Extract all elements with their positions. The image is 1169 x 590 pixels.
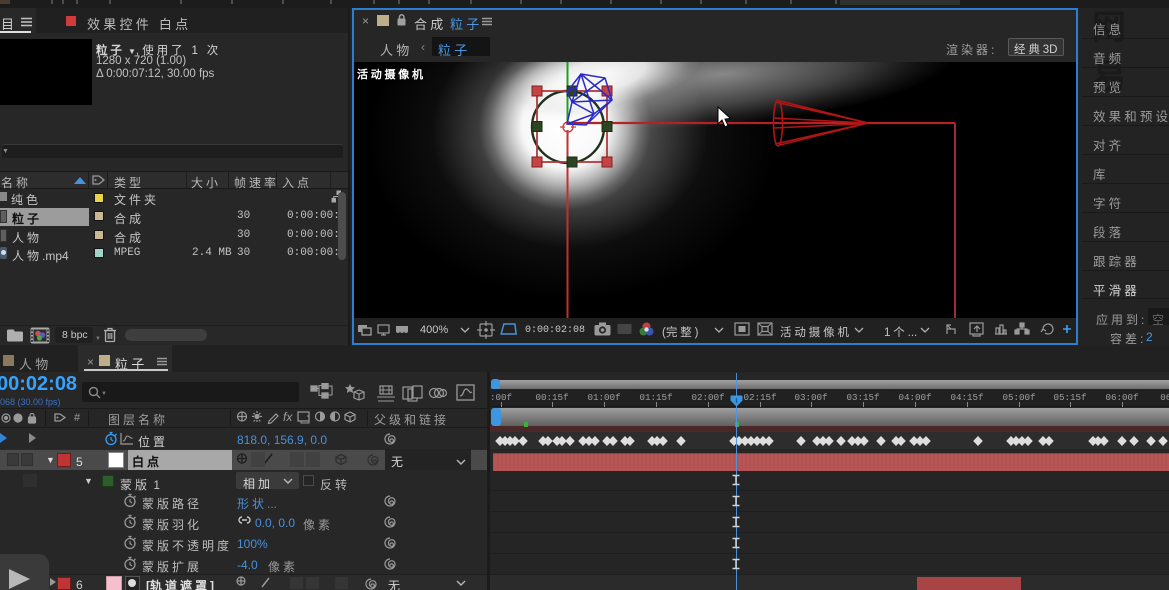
svg-text:01:15f: 01:15f — [639, 392, 672, 403]
svg-text:04:15f: 04:15f — [950, 392, 983, 403]
svg-text:01:00f: 01:00f — [587, 392, 620, 403]
svg-text:02:00f: 02:00f — [691, 392, 724, 403]
svg-text:04:00f: 04:00f — [898, 392, 931, 403]
svg-text:06:15: 06:15 — [1160, 392, 1169, 403]
svg-text:05:00f: 05:00f — [1002, 392, 1035, 403]
svg-text:03:00f: 03:00f — [794, 392, 827, 403]
svg-text:03:15f: 03:15f — [846, 392, 879, 403]
svg-text:02:15f: 02:15f — [743, 392, 776, 403]
svg-text::00f: :00f — [490, 392, 512, 403]
svg-text:06:00f: 06:00f — [1105, 392, 1138, 403]
svg-text:00:15f: 00:15f — [535, 392, 568, 403]
svg-text:05:15f: 05:15f — [1053, 392, 1086, 403]
